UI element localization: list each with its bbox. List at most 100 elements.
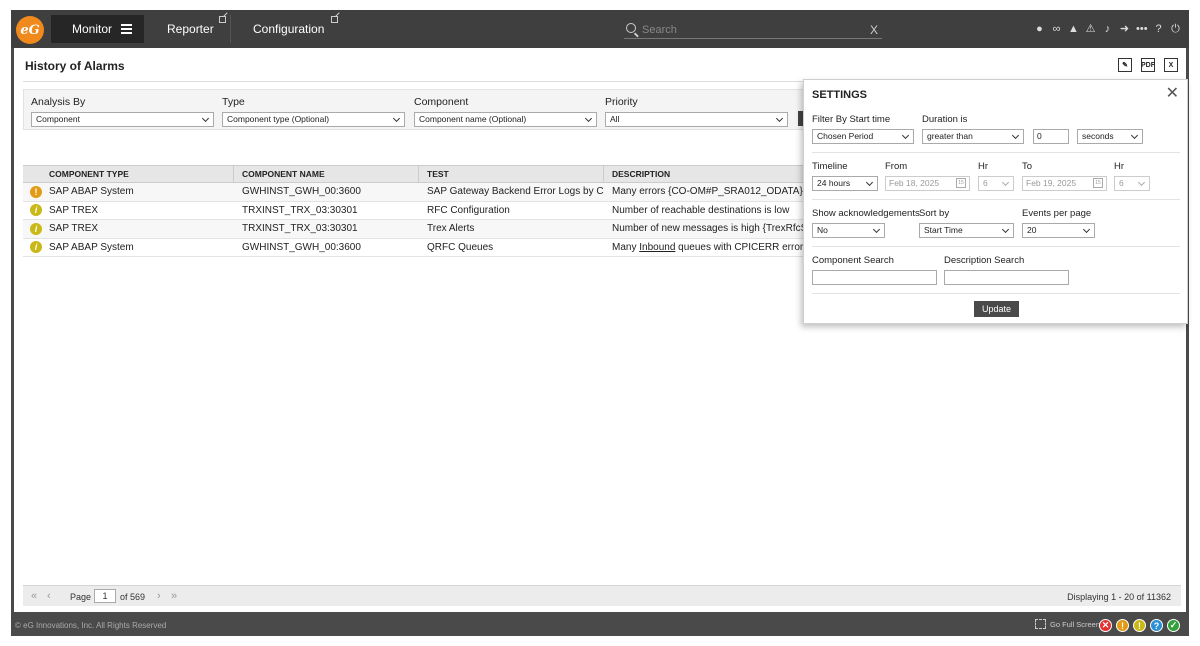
normal-status-icon[interactable]: ✓: [1167, 619, 1180, 632]
to-hr-label: Hr: [1114, 161, 1125, 172]
description-search-input[interactable]: [944, 270, 1069, 285]
component-type-text: SAP TREX: [49, 223, 99, 235]
type-select[interactable]: Component type (Optional): [222, 112, 405, 127]
sort-select[interactable]: Start Time: [919, 223, 1014, 238]
settings-panel: SETTINGS ✕ Filter By Start time Chosen P…: [803, 79, 1188, 324]
description-text: Number of new messages is high {TrexRfcS…: [612, 223, 833, 235]
major-status-icon[interactable]: !: [1116, 619, 1129, 632]
filter-start-label: Filter By Start time: [812, 114, 891, 125]
power-icon[interactable]: ⏻: [1170, 23, 1181, 35]
divider: [812, 152, 1180, 153]
cell-component-name: GWHINST_GWH_00:3600: [242, 241, 361, 253]
from-hr-select[interactable]: 6: [978, 176, 1014, 191]
footer: © eG Innovations, Inc. All Rights Reserv…: [11, 615, 1189, 636]
nav-monitor[interactable]: Monitor: [51, 15, 144, 43]
cell-component-name: GWHINST_GWH_00:3600: [242, 186, 361, 198]
description-search-label: Description Search: [944, 255, 1025, 266]
events-label: Events per page: [1022, 208, 1092, 219]
link-icon[interactable]: ∞: [1051, 23, 1062, 35]
search-input[interactable]: [642, 22, 862, 37]
calendar-icon[interactable]: 15: [1093, 178, 1103, 188]
top-icons: ● ∞ ▲ ⚠ ♪ ➜ ••• ? ⏻: [1034, 23, 1181, 35]
bell-icon[interactable]: ♪: [1102, 23, 1113, 35]
next-page-icon[interactable]: ›: [157, 590, 161, 602]
minor-alert-icon: i: [30, 204, 42, 217]
prev-page-icon[interactable]: ‹: [47, 590, 51, 602]
component-search-input[interactable]: [812, 270, 937, 285]
ack-select[interactable]: No: [812, 223, 885, 238]
nav-configuration-label: Configuration: [253, 22, 325, 36]
col-component-type[interactable]: COMPONENT TYPE: [23, 166, 234, 182]
cell-component-type: i SAP ABAP System: [23, 241, 234, 254]
hamburger-icon[interactable]: [121, 24, 132, 36]
filter-start-select[interactable]: Chosen Period: [812, 129, 914, 144]
duration-number-input[interactable]: 0: [1033, 129, 1069, 144]
component-label: Component: [414, 96, 469, 108]
timeline-select[interactable]: 24 hours: [812, 176, 878, 191]
user-icon[interactable]: ●: [1034, 23, 1045, 35]
critical-status-icon[interactable]: ✕: [1099, 619, 1112, 632]
priority-select[interactable]: All: [605, 112, 788, 127]
nav-monitor-label: Monitor: [72, 22, 113, 36]
cell-component-name: TRXINST_TRX_03:30301: [242, 204, 358, 216]
calendar-icon[interactable]: 15: [956, 178, 966, 188]
cell-test: Trex Alerts: [427, 223, 475, 235]
to-date-value: Feb 19, 2025: [1026, 178, 1077, 188]
component-type-text: SAP ABAP System: [49, 186, 134, 198]
col-test[interactable]: TEST: [419, 166, 604, 182]
timeline-label: Timeline: [812, 161, 848, 172]
first-page-icon[interactable]: «: [31, 590, 37, 602]
cell-component-name: TRXINST_TRX_03:30301: [242, 223, 358, 235]
settings-title: SETTINGS: [812, 89, 868, 101]
edit-icon[interactable]: ✎: [1118, 58, 1132, 72]
fullscreen-button[interactable]: Go Full Screen: [1035, 619, 1100, 629]
image-icon[interactable]: ▲: [1068, 23, 1079, 35]
excel-icon[interactable]: X: [1164, 58, 1178, 72]
col-component-name[interactable]: COMPONENT NAME: [234, 166, 419, 182]
top-nav: eG Monitor Reporter Configuration X ● ∞ …: [11, 10, 1189, 48]
component-type-text: SAP ABAP System: [49, 241, 134, 253]
external-link-icon: [219, 16, 226, 23]
last-page-icon[interactable]: »: [171, 590, 177, 602]
from-hr-label: Hr: [978, 161, 989, 172]
divider: [812, 246, 1180, 247]
component-search-label: Component Search: [812, 255, 894, 266]
signin-icon[interactable]: ➜: [1119, 23, 1130, 35]
fullscreen-icon: [1035, 619, 1046, 629]
displaying-count: Displaying 1 - 20 of 11362: [1067, 592, 1171, 602]
description-link[interactable]: Inbound: [639, 242, 675, 253]
nav-configuration[interactable]: Configuration: [232, 15, 342, 43]
description-text: Many errors {CO-OM#P_SRA012_ODATA}: [612, 186, 803, 198]
component-select[interactable]: Component name (Optional): [414, 112, 597, 127]
to-hr-select[interactable]: 6: [1114, 176, 1150, 191]
nav-reporter[interactable]: Reporter: [151, 15, 231, 43]
unknown-status-icon[interactable]: ?: [1150, 619, 1163, 632]
to-date-input[interactable]: Feb 19, 2025 15: [1022, 176, 1107, 191]
minor-status-icon[interactable]: !: [1133, 619, 1146, 632]
analysis-select[interactable]: Component: [31, 112, 214, 127]
cell-test: SAP Gateway Backend Error Logs by Com...: [427, 186, 604, 198]
analysis-label: Analysis By: [31, 96, 86, 108]
help-icon[interactable]: ?: [1153, 23, 1164, 35]
page-input[interactable]: 1: [94, 589, 116, 603]
update-button[interactable]: Update: [974, 301, 1019, 317]
alert-icon[interactable]: ⚠: [1085, 23, 1096, 35]
from-label: From: [885, 161, 908, 172]
duration-select[interactable]: greater than: [922, 129, 1024, 144]
events-select[interactable]: 20: [1022, 223, 1095, 238]
from-date-input[interactable]: Feb 18, 2025 15: [885, 176, 970, 191]
external-link-icon: [331, 16, 338, 23]
page-title: History of Alarms: [25, 59, 125, 73]
filter-type: Type Component type (Optional): [222, 96, 405, 127]
nav-reporter-label: Reporter: [167, 22, 214, 36]
more-icon[interactable]: •••: [1136, 23, 1148, 35]
duration-unit-select[interactable]: seconds: [1077, 129, 1143, 144]
priority-label: Priority: [605, 96, 638, 108]
search-clear-button[interactable]: X: [870, 23, 878, 37]
eg-logo[interactable]: eG: [16, 16, 44, 44]
major-alert-icon: !: [30, 185, 42, 198]
pdf-icon[interactable]: PDF: [1141, 58, 1155, 72]
minor-alert-icon: i: [30, 222, 42, 235]
description-text: Number of reachable destinations is low: [612, 204, 790, 216]
close-icon[interactable]: ✕: [1166, 86, 1179, 102]
